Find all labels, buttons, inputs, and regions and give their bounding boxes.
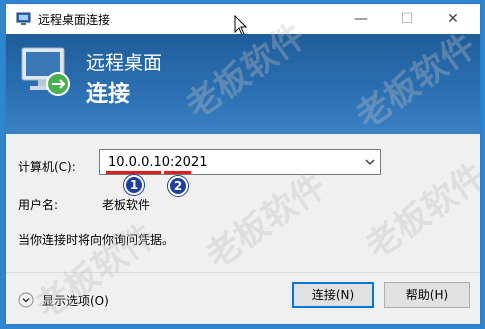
banner-title-line1: 远程桌面: [86, 52, 163, 74]
chevron-down-icon[interactable]: [364, 156, 376, 168]
connect-button[interactable]: 连接(N): [292, 282, 374, 308]
remote-desktop-app-icon: [16, 12, 31, 25]
close-button[interactable]: ✕: [430, 4, 476, 34]
banner-title-line2: 连接: [86, 82, 131, 107]
show-options-label[interactable]: 显示选项(O): [42, 292, 109, 309]
header-banner: 远程桌面 连接: [6, 34, 480, 134]
maximize-button[interactable]: ☐: [384, 4, 430, 34]
expand-chevron-icon[interactable]: [18, 292, 34, 308]
monitor-connect-icon: [21, 47, 70, 96]
footer-divider: [6, 272, 480, 273]
port-annotation-underline: [164, 171, 191, 174]
username-value: 老板软件: [102, 198, 151, 212]
remote-desktop-window: 远程桌面连接 — ☐ ✕ 远程桌面 连接 计算机(C): 10.0.0.10:2…: [5, 3, 481, 325]
credentials-prompt-text: 当你连接时将向你询问凭据。: [18, 233, 175, 247]
computer-label: 计算机(C):: [18, 160, 76, 174]
annotation-marker-2: 2: [168, 176, 188, 196]
username-label: 用户名:: [18, 198, 59, 212]
annotation-marker-1: 1: [124, 175, 144, 195]
computer-input-value[interactable]: 10.0.0.10:2021: [108, 155, 208, 170]
ip-annotation-underline: [106, 171, 161, 174]
watermark-text: 老板软件: [198, 165, 334, 277]
window-title: 远程桌面连接: [38, 13, 111, 27]
help-button[interactable]: 帮助(H): [384, 282, 470, 308]
minimize-button[interactable]: —: [338, 4, 384, 34]
